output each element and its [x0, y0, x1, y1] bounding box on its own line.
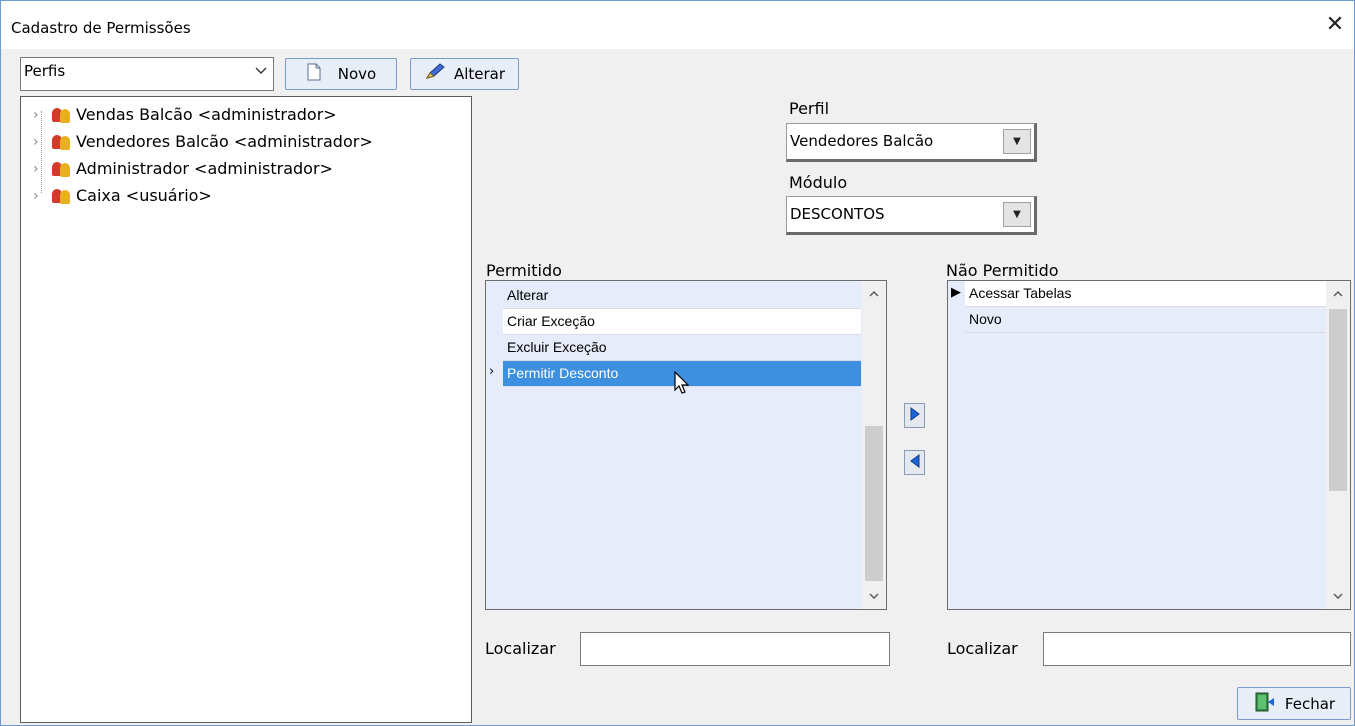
profile-select[interactable]: Vendedores Balcão ▼ — [786, 123, 1037, 162]
allowed-search-label: Localizar — [485, 639, 556, 658]
tree-item[interactable]: › Vendas Balcão <administrador> — [33, 105, 337, 124]
type-select-value: Perfis — [24, 62, 66, 80]
allowed-label: Permitido — [486, 261, 562, 280]
row-indicator-icon: › — [489, 364, 495, 379]
users-group-icon — [51, 161, 73, 177]
denied-scrollbar[interactable] — [1326, 281, 1350, 609]
close-icon[interactable]: ✕ — [1324, 14, 1346, 37]
tree-item-label: Caixa <usuário> — [76, 186, 212, 205]
edit-button[interactable]: Alterar — [410, 58, 519, 90]
denied-row[interactable]: Acessar Tabelas — [965, 281, 1326, 307]
scroll-thumb[interactable] — [1329, 309, 1347, 491]
chevron-down-icon — [253, 64, 269, 80]
permissions-window: Cadastro de Permissões ✕ Perfis Novo Alt… — [0, 0, 1355, 726]
dropdown-arrow-icon[interactable]: ▼ — [1003, 129, 1031, 154]
tree-item[interactable]: › Administrador <administrador> — [33, 159, 333, 178]
mouse-cursor-icon — [674, 370, 690, 399]
row-indicator-icon: ▶ — [951, 285, 961, 300]
tree-item-label: Vendas Balcão <administrador> — [76, 105, 337, 124]
tree-item[interactable]: › Vendedores Balcão <administrador> — [33, 132, 373, 151]
scroll-down-icon[interactable] — [862, 589, 886, 603]
chevron-right-icon: › — [33, 160, 39, 177]
profile-label: Perfil — [789, 99, 830, 118]
arrow-left-icon — [909, 453, 921, 472]
close-button[interactable]: Fechar — [1237, 687, 1351, 720]
denied-label: Não Permitido — [946, 261, 1059, 280]
allowed-grid[interactable]: Alterar Criar Exceção Excluir Exceção › … — [485, 280, 887, 610]
allowed-row[interactable]: Alterar — [503, 283, 861, 309]
new-document-icon — [306, 63, 322, 85]
denied-row[interactable]: Novo — [965, 307, 1326, 333]
allowed-row[interactable]: Excluir Exceção — [503, 335, 861, 361]
module-select-value: DESCONTOS — [790, 205, 885, 223]
edit-button-label: Alterar — [453, 65, 506, 83]
denied-grid[interactable]: ▶ Acessar Tabelas Novo — [947, 280, 1351, 610]
close-button-label: Fechar — [1284, 694, 1336, 713]
profile-select-value: Vendedores Balcão — [790, 132, 934, 150]
chevron-right-icon: › — [33, 133, 39, 150]
type-select[interactable]: Perfis — [20, 57, 274, 91]
dropdown-arrow-icon[interactable]: ▼ — [1003, 202, 1031, 227]
new-button-label: Novo — [337, 65, 377, 83]
users-group-icon — [51, 107, 73, 123]
scroll-down-icon[interactable] — [1326, 589, 1350, 603]
allowed-scrollbar[interactable] — [862, 281, 886, 609]
allowed-search-input[interactable] — [580, 632, 890, 666]
scroll-thumb[interactable] — [865, 426, 883, 581]
window-title: Cadastro de Permissões — [11, 19, 191, 37]
chevron-right-icon: › — [33, 106, 39, 123]
title-bar: Cadastro de Permissões ✕ — [1, 1, 1354, 49]
scroll-up-icon[interactable] — [1326, 287, 1350, 301]
pencil-icon — [424, 63, 446, 85]
tree-item-label: Vendedores Balcão <administrador> — [76, 132, 373, 151]
users-group-icon — [51, 134, 73, 150]
tree-item[interactable]: › Caixa <usuário> — [33, 186, 212, 205]
denied-search-input[interactable] — [1043, 632, 1351, 666]
move-right-button[interactable] — [904, 403, 925, 428]
tree-item-label: Administrador <administrador> — [76, 159, 333, 178]
module-label: Módulo — [789, 173, 848, 192]
profiles-tree[interactable]: › Vendas Balcão <administrador> › Vended… — [20, 96, 472, 723]
exit-door-icon — [1253, 692, 1275, 716]
allowed-row[interactable]: Criar Exceção — [503, 309, 861, 335]
move-left-button[interactable] — [904, 450, 925, 475]
arrow-right-icon — [909, 406, 921, 425]
scroll-up-icon[interactable] — [862, 287, 886, 301]
users-group-icon — [51, 188, 73, 204]
chevron-right-icon: › — [33, 187, 39, 204]
module-select[interactable]: DESCONTOS ▼ — [786, 196, 1037, 235]
new-button[interactable]: Novo — [285, 58, 397, 90]
denied-search-label: Localizar — [947, 639, 1018, 658]
